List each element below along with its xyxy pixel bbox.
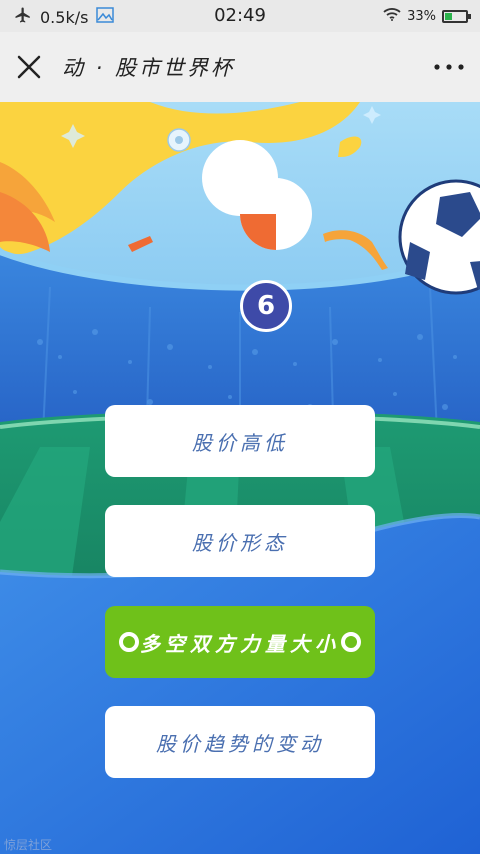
watermark: 惊层社区	[4, 838, 53, 852]
selected-ring-icon	[341, 632, 361, 652]
option-4-button[interactable]: 股价趋势的变动	[105, 706, 375, 778]
battery-percent: 33%	[407, 8, 436, 24]
status-bar: 0.5k/s 02:49 33%	[0, 0, 480, 32]
close-icon[interactable]	[16, 54, 42, 80]
selected-ring-icon	[119, 632, 139, 652]
page-title: 动 · 股市世界杯	[62, 56, 236, 80]
wifi-icon	[383, 7, 401, 25]
question-number-badge: 6	[240, 280, 292, 332]
option-2-button[interactable]: 股价形态	[105, 505, 375, 577]
battery-fill	[445, 12, 452, 20]
battery-icon	[442, 9, 471, 23]
option-label: 股价趋势的变动	[156, 731, 324, 756]
option-3-button-selected[interactable]: 多空双方力量大小	[105, 606, 375, 678]
quiz-scene: 6 股价高低 股价形态 多空双方力量大小 股价趋势的变动	[0, 102, 480, 854]
option-label: 股价高低	[192, 430, 288, 455]
option-label: 多空双方力量大小	[140, 631, 340, 656]
option-1-button[interactable]: 股价高低	[105, 405, 375, 477]
more-icon[interactable]	[432, 54, 466, 80]
title-bar: 动 · 股市世界杯	[0, 32, 480, 102]
option-label: 股价形态	[192, 530, 288, 555]
